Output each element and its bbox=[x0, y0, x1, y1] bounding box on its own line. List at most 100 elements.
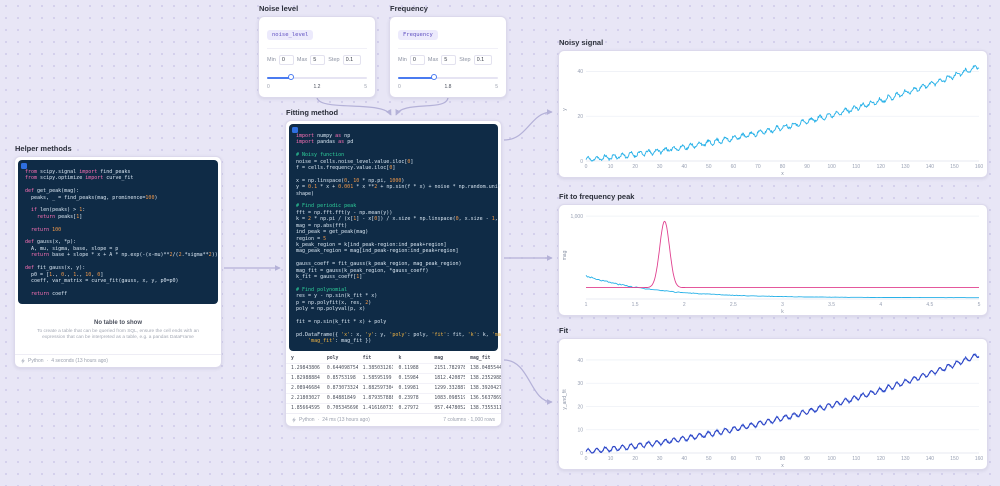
column-header[interactable]: mag_fit bbox=[465, 354, 501, 363]
table-cell: 1.879357888 bbox=[362, 396, 394, 402]
svg-text:20: 20 bbox=[577, 114, 583, 120]
svg-text:x: x bbox=[781, 171, 784, 177]
svg-text:160: 160 bbox=[975, 164, 984, 170]
slider-handle[interactable] bbox=[431, 74, 437, 80]
variable-pill[interactable]: noise_level bbox=[267, 30, 314, 40]
table-cell: 0.85753198 bbox=[326, 376, 356, 382]
svg-text:110: 110 bbox=[852, 164, 860, 170]
svg-text:20: 20 bbox=[577, 404, 583, 410]
table-cell: 1.385031261 bbox=[362, 366, 394, 372]
svg-text:160: 160 bbox=[975, 456, 984, 462]
table-cell: 0.23978 bbox=[398, 396, 419, 402]
svg-text:4.5: 4.5 bbox=[926, 302, 933, 308]
code-editor[interactable]: import numpy as np import pandas as pd # … bbox=[289, 124, 501, 352]
step-input[interactable] bbox=[473, 55, 492, 65]
fit-chart[interactable]: 0 10 20 30 40 0 10 20 30 40 50 60 70 80 90 100 110 120 130… bbox=[559, 339, 987, 469]
svg-text:90: 90 bbox=[804, 164, 810, 170]
svg-text:30: 30 bbox=[657, 164, 663, 170]
svg-text:150: 150 bbox=[950, 456, 959, 462]
svg-text:20: 20 bbox=[632, 456, 638, 462]
table-cell: 1.882597304 bbox=[362, 386, 394, 392]
column-header[interactable]: y bbox=[286, 354, 322, 363]
python-icon bbox=[21, 357, 25, 364]
svg-text:y: y bbox=[562, 108, 568, 111]
svg-text:x: x bbox=[781, 463, 784, 469]
svg-text:50: 50 bbox=[706, 164, 712, 170]
slider-track[interactable] bbox=[267, 76, 367, 79]
result-info: 7 columns · 1,000 rows bbox=[443, 417, 495, 424]
svg-text:10: 10 bbox=[577, 428, 583, 434]
svg-text:80: 80 bbox=[780, 456, 786, 462]
freq-peak-chart[interactable]: 1,000 1 1.5 2 2.5 3 3.5 4 4.5 5 k mag bbox=[559, 205, 987, 315]
cell-noisy-signal-chart: Noisy signal 0 20 40 0 10 20 30 40 50 60 70 80 90 100… bbox=[558, 38, 988, 178]
step-label: Step bbox=[328, 57, 340, 63]
min-input[interactable] bbox=[278, 55, 294, 65]
svg-text:110: 110 bbox=[852, 456, 860, 462]
svg-text:mag: mag bbox=[562, 250, 568, 260]
column-header[interactable]: fit bbox=[358, 354, 394, 363]
table-row: 1.85664595 0.705345696 1.416160733 0.27972 9… bbox=[286, 403, 501, 413]
slider-handle[interactable] bbox=[288, 74, 294, 80]
cell-fitting-method: Fitting method import numpy as np import … bbox=[285, 108, 502, 428]
cell-title: Helper methods bbox=[15, 144, 72, 153]
runtime-label: 24 ms (13 hours ago) bbox=[322, 417, 370, 424]
cell-title: Frequency bbox=[390, 4, 428, 13]
svg-text:3.5: 3.5 bbox=[828, 302, 835, 308]
svg-text:2: 2 bbox=[683, 302, 686, 308]
step-input[interactable] bbox=[342, 55, 361, 65]
arrow-fitting-to-noisy-signal bbox=[503, 109, 553, 141]
svg-text:40: 40 bbox=[577, 69, 583, 75]
frequency-slider[interactable] bbox=[398, 74, 498, 81]
table-cell: 0.15984 bbox=[398, 376, 419, 382]
table-cell: 138.735531187 bbox=[470, 406, 501, 412]
table-cell: 1083.09851967 bbox=[434, 396, 465, 402]
separator: · bbox=[317, 417, 320, 424]
slider-current-value: 1.8 bbox=[444, 84, 452, 90]
svg-text:130: 130 bbox=[901, 456, 910, 462]
table-cell: 2.08946684 bbox=[291, 386, 320, 392]
min-input[interactable] bbox=[409, 55, 425, 65]
empty-table-title: No table to show bbox=[94, 320, 142, 327]
table-cell: 2.21803027 bbox=[291, 396, 320, 402]
cell-title: Noise level bbox=[259, 4, 299, 13]
table-cell: 138.392042798 bbox=[470, 386, 501, 392]
language-label: Python bbox=[299, 417, 315, 424]
python-code[interactable]: import numpy as np import pandas as pd # … bbox=[296, 133, 501, 344]
table-cell: 1.58595199 bbox=[362, 376, 392, 382]
column-header[interactable]: k bbox=[393, 354, 429, 363]
max-input[interactable] bbox=[310, 55, 326, 65]
svg-text:130: 130 bbox=[901, 164, 910, 170]
column-header[interactable]: poly bbox=[322, 354, 358, 363]
slider-track[interactable] bbox=[398, 76, 498, 79]
cell-footer: Python · 24 ms (13 hours ago) 7 columns … bbox=[286, 413, 501, 426]
slider-max-value: 5 bbox=[495, 84, 498, 90]
cell-footer: Python · 4 seconds (13 hours ago) bbox=[15, 353, 221, 367]
svg-text:70: 70 bbox=[755, 456, 761, 462]
svg-text:40: 40 bbox=[681, 164, 687, 170]
svg-text:1.5: 1.5 bbox=[632, 302, 639, 308]
max-input[interactable] bbox=[441, 55, 457, 65]
table-cell: 0.11988 bbox=[398, 366, 419, 372]
variable-pill[interactable]: Frequency bbox=[398, 30, 438, 40]
table-cell: 1.82988884 bbox=[291, 376, 320, 382]
noise-level-slider[interactable] bbox=[267, 74, 367, 81]
python-code[interactable]: from scipy.signal import find_peaks from … bbox=[25, 169, 218, 297]
svg-text:100: 100 bbox=[827, 456, 836, 462]
noisy-signal-chart[interactable]: 0 20 40 0 10 20 30 40 50 60 70 80 90 100 110 120 130 140 1… bbox=[559, 51, 987, 177]
svg-text:3: 3 bbox=[781, 302, 784, 308]
code-editor[interactable]: from scipy.signal import find_peaks from … bbox=[18, 160, 218, 305]
notebook-canvas: Noise level noise_level Min Max Step 0 1… bbox=[0, 0, 1000, 486]
table-cell: 0.19981 bbox=[398, 386, 419, 392]
result-table[interactable]: y poly fit k mag mag_fit 1.29843806 0.644098754… bbox=[286, 354, 501, 413]
cell-title: Fit to frequency peak bbox=[559, 192, 635, 201]
cell-title: Fitting method bbox=[286, 108, 339, 117]
svg-text:5: 5 bbox=[978, 302, 981, 308]
svg-text:40: 40 bbox=[681, 456, 687, 462]
svg-text:0: 0 bbox=[585, 456, 588, 462]
cell-freq-peak-chart: Fit to frequency peak 1,000 1 1.5 2 2.5 3 3.5 4… bbox=[558, 192, 988, 316]
table-header: y poly fit k mag mag_fit bbox=[286, 354, 501, 363]
svg-text:70: 70 bbox=[755, 164, 761, 170]
slider-max-value: 5 bbox=[364, 84, 367, 90]
table-cell: 0.873073324 bbox=[326, 386, 358, 392]
column-header[interactable]: mag bbox=[429, 354, 465, 363]
